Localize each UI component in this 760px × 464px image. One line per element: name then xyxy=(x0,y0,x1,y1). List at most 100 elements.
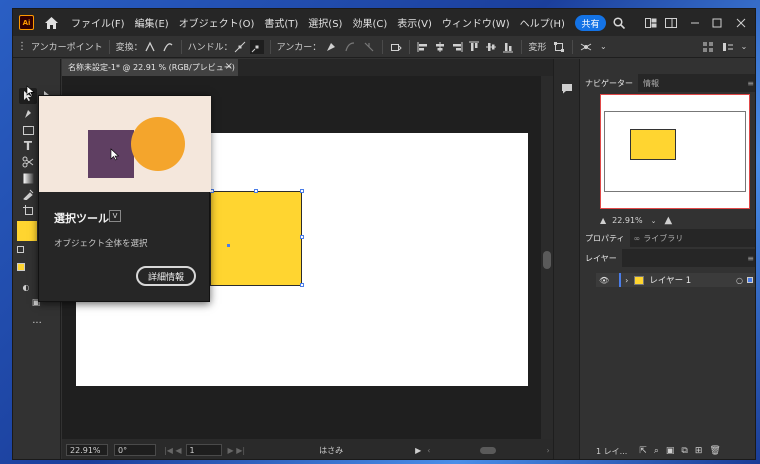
menu-file[interactable]: ファイル(F) xyxy=(66,15,130,30)
target-icon[interactable]: ○ xyxy=(736,276,743,285)
zoom-field[interactable]: 22.91% xyxy=(66,444,108,456)
fill-color-swatch[interactable] xyxy=(17,221,37,241)
align-center-icon[interactable] xyxy=(433,40,447,54)
selection-handle[interactable] xyxy=(300,189,304,193)
comments-icon[interactable] xyxy=(561,83,573,97)
menu-help[interactable]: ヘルプ(H) xyxy=(515,15,570,30)
align-middle-icon[interactable] xyxy=(484,40,498,54)
clipping-mask-icon[interactable]: ▣ xyxy=(666,446,675,456)
chevron-right-icon[interactable]: › xyxy=(625,276,628,285)
workspace-icon[interactable] xyxy=(663,15,679,31)
home-icon[interactable] xyxy=(44,16,58,30)
zoom-in-icon[interactable]: ▲ xyxy=(665,215,673,226)
panel-toggle-icon[interactable] xyxy=(721,40,735,54)
rectangle-tool-icon[interactable] xyxy=(19,122,37,138)
type-tool-icon[interactable]: T xyxy=(19,138,37,154)
maximize-icon[interactable] xyxy=(709,15,725,31)
layer-thumbnail xyxy=(634,275,645,285)
divider xyxy=(572,39,574,54)
horizontal-scroll-thumb[interactable] xyxy=(480,446,497,454)
menu-select[interactable]: 選択(S) xyxy=(303,15,347,30)
isolate-icon[interactable] xyxy=(389,40,403,54)
navigator-preview[interactable] xyxy=(600,94,750,209)
artboard-tool-icon[interactable] xyxy=(19,202,37,218)
selection-handle[interactable] xyxy=(300,235,304,239)
panel-menu-icon[interactable]: ≡ xyxy=(747,254,754,263)
gradient-tool-icon[interactable] xyxy=(19,170,37,186)
align-bottom-icon[interactable] xyxy=(501,40,515,54)
new-layer-icon[interactable]: ⊞ xyxy=(695,446,703,456)
zoom-out-icon[interactable]: ▲ xyxy=(600,216,606,225)
menu-edit[interactable]: 編集(E) xyxy=(130,15,174,30)
tab-info[interactable]: 情報 xyxy=(638,74,664,92)
search-icon[interactable]: ⌕ xyxy=(654,446,659,456)
scissors-tool-icon[interactable] xyxy=(19,154,37,170)
search-icon[interactable] xyxy=(611,15,627,31)
cut-path-icon[interactable] xyxy=(362,40,376,54)
navigator-zoom[interactable]: 22.91% xyxy=(612,216,643,225)
status-menu-icon[interactable]: ▶ xyxy=(415,446,421,455)
last-artboard-icon[interactable]: ▶ ▶| xyxy=(228,446,246,455)
menu-window[interactable]: ウィンドウ(W) xyxy=(437,15,515,30)
trash-icon[interactable]: 🗑 xyxy=(709,446,720,456)
close-icon[interactable]: × xyxy=(225,61,233,72)
convert-corner-icon[interactable] xyxy=(143,40,157,54)
pen-tool-icon[interactable] xyxy=(19,106,37,122)
selection-handle[interactable] xyxy=(254,189,258,193)
arrange-documents-icon[interactable] xyxy=(643,15,659,31)
menu-effect[interactable]: 効果(C) xyxy=(347,15,392,30)
default-colors-icon[interactable] xyxy=(17,246,24,253)
learn-more-button[interactable]: 詳細情報 xyxy=(136,266,196,286)
document-tab-title: 名称未設定-1* @ 22.91 % (RGB/プレビュー) xyxy=(68,63,235,72)
chevron-down-icon[interactable]: ⌄ xyxy=(651,217,657,225)
align-left-icon[interactable] xyxy=(416,40,430,54)
convert-smooth-icon[interactable] xyxy=(161,40,175,54)
scroll-right-icon[interactable]: › xyxy=(546,446,549,455)
color-mode-icon[interactable] xyxy=(17,263,25,271)
selection-indicator[interactable] xyxy=(747,277,753,283)
tab-libraries[interactable]: ライブラリ xyxy=(640,229,688,247)
layer-row[interactable]: 👁 › レイヤー 1 ○ xyxy=(596,273,755,287)
remove-anchor-icon[interactable] xyxy=(324,40,338,54)
properties-tabs: プロパティ ∞ ライブラリ xyxy=(580,229,755,247)
selected-rectangle[interactable] xyxy=(210,191,302,286)
align-top-icon[interactable] xyxy=(467,40,481,54)
transform-icon[interactable] xyxy=(552,40,566,54)
align-right-icon[interactable] xyxy=(450,40,464,54)
more-tools-icon[interactable]: ··· xyxy=(28,315,46,331)
scrollbar-thumb[interactable] xyxy=(543,251,551,269)
close-icon[interactable] xyxy=(733,15,749,31)
artboard-number-field[interactable]: 1 xyxy=(185,444,222,456)
puppet-warp-icon[interactable] xyxy=(579,40,593,54)
first-artboard-icon[interactable]: |◀ ◀ xyxy=(164,446,182,455)
document-tab[interactable]: 名称未設定-1* @ 22.91 % (RGB/プレビュー) × xyxy=(62,59,238,76)
chevron-down-icon[interactable]: ⌄ xyxy=(737,40,751,54)
selection-handle[interactable] xyxy=(300,283,304,287)
layer-name[interactable]: レイヤー 1 xyxy=(649,274,691,286)
eye-icon[interactable]: 👁 xyxy=(599,276,609,285)
hide-handles-icon[interactable] xyxy=(249,39,264,54)
minimize-icon[interactable] xyxy=(687,15,703,31)
vertical-scrollbar[interactable] xyxy=(541,76,553,439)
rotation-field[interactable]: 0° xyxy=(114,444,156,456)
grid-options-icon[interactable] xyxy=(701,40,715,54)
connect-path-icon[interactable] xyxy=(343,40,357,54)
tab-properties[interactable]: プロパティ xyxy=(580,229,630,247)
panel-menu-icon[interactable]: ≡ xyxy=(747,79,754,88)
shape-label[interactable]: 変形 xyxy=(528,40,546,53)
app-logo: Ai xyxy=(19,15,34,30)
tab-navigator[interactable]: ナビゲーター xyxy=(580,74,638,92)
menu-type[interactable]: 書式(T) xyxy=(259,15,303,30)
scroll-left-icon[interactable]: ‹ xyxy=(427,446,430,455)
tab-layers[interactable]: レイヤー xyxy=(580,249,622,267)
draw-mode-icon[interactable]: ◐ xyxy=(17,279,35,295)
new-sublayer-icon[interactable]: ⧉ xyxy=(681,446,687,456)
show-handles-icon[interactable] xyxy=(233,40,247,54)
eyedropper-tool-icon[interactable] xyxy=(19,186,37,202)
menu-view[interactable]: 表示(V) xyxy=(392,15,437,30)
export-icon[interactable]: ⇱ xyxy=(639,446,647,456)
chevron-down-icon[interactable]: ⌄ xyxy=(596,40,610,54)
mouse-cursor-icon xyxy=(26,85,35,100)
share-button[interactable]: 共有 xyxy=(575,15,606,31)
menu-object[interactable]: オブジェクト(O) xyxy=(174,15,260,30)
